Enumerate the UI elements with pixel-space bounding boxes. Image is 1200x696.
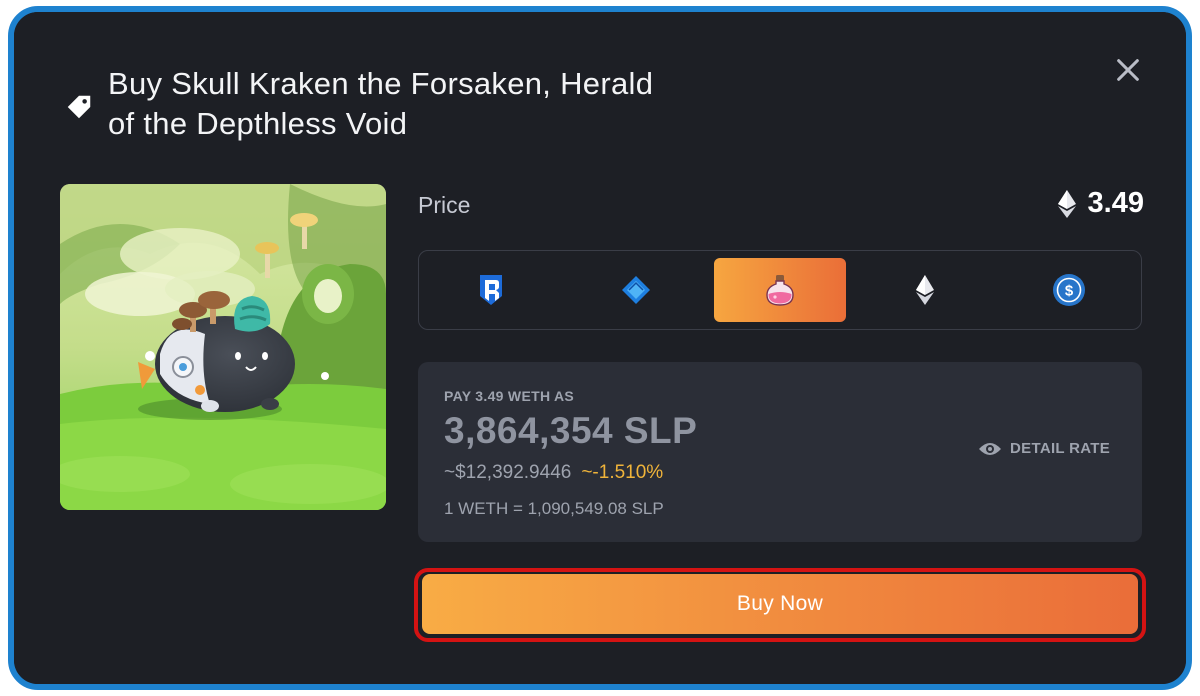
close-icon[interactable] — [1114, 56, 1142, 84]
ethereum-icon — [1057, 189, 1076, 218]
price-change: ~-1.510% — [581, 462, 664, 483]
detail-rate-button[interactable]: DETAIL RATE — [978, 440, 1110, 457]
buy-dialog: Buy Skull Kraken the Forsaken, Herald of… — [14, 12, 1186, 684]
axs-icon — [621, 276, 650, 304]
pay-as-label: PAY 3.49 WETH AS — [444, 388, 575, 404]
pay-amount: 3,864,354 SLP — [444, 410, 698, 451]
axie-artwork — [60, 184, 386, 510]
usd-value: ~$12,392.9446 — [444, 462, 572, 483]
ronin-icon — [480, 275, 502, 305]
slp-potion-icon — [766, 275, 794, 306]
dialog-header: Buy Skull Kraken the Forsaken, Herald of… — [64, 64, 668, 144]
axie-image — [60, 184, 386, 510]
exchange-rate: 1 WETH = 1,090,549.08 SLP — [444, 499, 664, 518]
eye-icon — [979, 442, 1002, 455]
currency-option-eth[interactable] — [859, 258, 991, 322]
dialog-title: Buy Skull Kraken the Forsaken, Herald of… — [108, 66, 654, 141]
currency-option-usdc[interactable]: $ — [1003, 258, 1135, 322]
usdc-icon: $ — [1053, 274, 1085, 306]
price-label: Price — [418, 192, 471, 218]
currency-option-ronin[interactable] — [425, 258, 557, 322]
payment-summary: PAY 3.49 WETH AS 3,864,354 SLP ~$12,392.… — [418, 362, 1142, 542]
price-amount: 3.49 — [1087, 187, 1144, 219]
price-tag-icon — [67, 95, 91, 119]
ethereum-icon — [915, 275, 934, 305]
outer-frame: Buy Skull Kraken the Forsaken, Herald of… — [8, 6, 1192, 690]
currency-option-slp[interactable] — [714, 258, 846, 322]
svg-text:$: $ — [1065, 283, 1074, 300]
currency-option-axs[interactable] — [570, 258, 702, 322]
price-value: 3.49 — [1057, 187, 1144, 220]
pay-usd-line: ~$12,392.9446 ~-1.510% — [444, 462, 663, 484]
detail-rate-label: DETAIL RATE — [1010, 440, 1110, 457]
currency-selector: $ — [418, 250, 1142, 330]
buy-now-button[interactable]: Buy Now — [422, 574, 1138, 634]
